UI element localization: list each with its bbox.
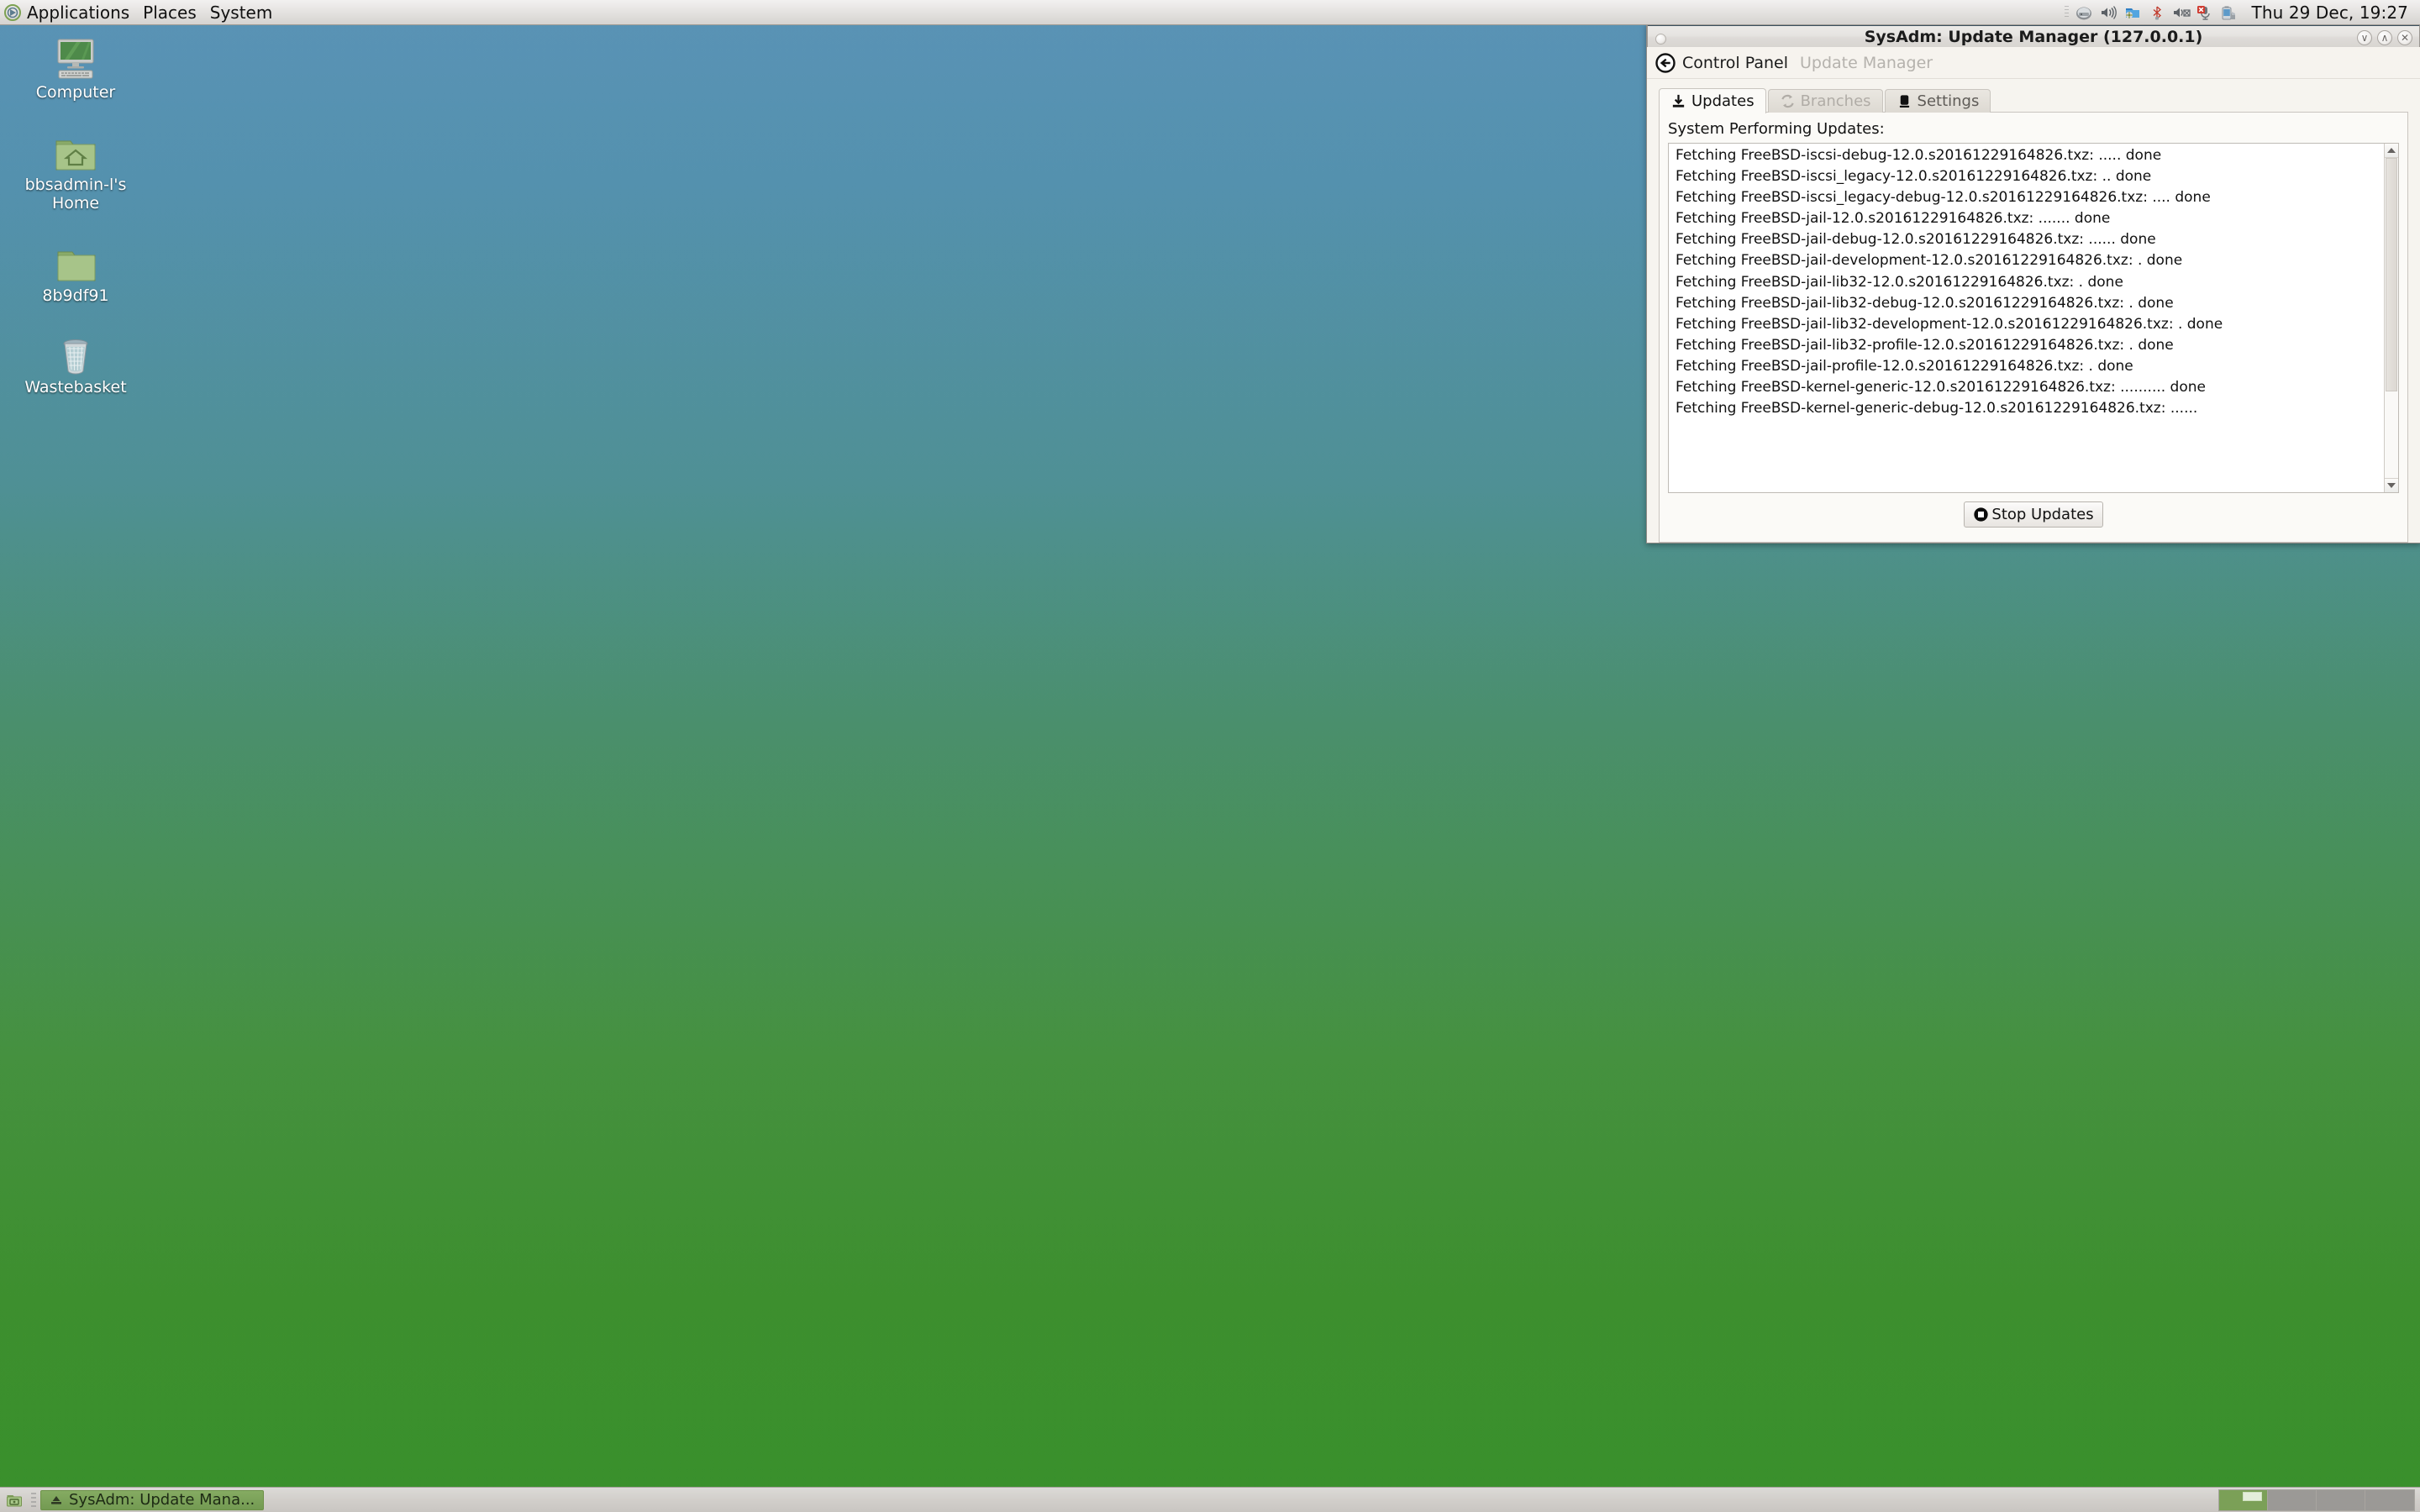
log-line: Fetching FreeBSD-iscsi_legacy-12.0.s2016…	[1676, 168, 2152, 186]
sync-refresh-icon	[1781, 94, 1794, 108]
breadcrumb-control-panel[interactable]: Control Panel	[1682, 54, 1788, 72]
desktop-icon-label: bbsadmin-l's Home	[24, 175, 127, 213]
folder-icon	[49, 234, 103, 284]
window-body: Updates Branches Settings System Perform…	[1647, 79, 2420, 543]
status-label: System Performing Updates:	[1668, 120, 1885, 138]
window-title: SysAdm: Update Manager (127.0.0.1)	[1864, 27, 2203, 46]
workspace-3[interactable]	[2317, 1489, 2365, 1510]
volume-high-icon[interactable]	[2099, 4, 2118, 21]
workspace-1[interactable]	[2219, 1489, 2268, 1510]
desktop-icon-computer[interactable]: Computer	[0, 30, 151, 102]
window-title-bar[interactable]: SysAdm: Update Manager (127.0.0.1) ∨ ∧ ✕	[1647, 24, 2420, 47]
software-update-icon[interactable]	[2123, 4, 2142, 21]
update-manager-window: SysAdm: Update Manager (127.0.0.1) ∨ ∧ ✕…	[1646, 24, 2420, 543]
desktop-icon-label: Wastebasket	[24, 378, 127, 397]
desktop-icon-label: 8b9df91	[42, 286, 109, 305]
log-line: Fetching FreeBSD-jail-lib32-development-…	[1676, 315, 2223, 333]
scroll-up-button[interactable]	[2385, 144, 2398, 158]
tab-settings[interactable]: Settings	[1884, 89, 1991, 113]
clock[interactable]: Thu 29 Dec, 19:27	[2252, 3, 2409, 23]
panel-right-area	[2218, 1488, 2420, 1511]
tab-label: Branches	[1800, 92, 1871, 110]
trash-bin-icon	[49, 325, 103, 375]
action-row: Stop Updates	[1668, 493, 2399, 534]
stop-circle-icon	[1974, 507, 1989, 522]
panel-menu-bar: Applications Places System	[25, 3, 272, 23]
tab-label: Updates	[1691, 92, 1754, 110]
window-menu-icon[interactable]	[1655, 34, 1666, 45]
tray-grip-handle[interactable]	[2064, 5, 2069, 19]
taskbar-button-label: SysAdm: Update Mana...	[69, 1491, 255, 1509]
updates-tab-panel: System Performing Updates: Fetching Free…	[1659, 112, 2408, 543]
log-line: Fetching FreeBSD-jail-lib32-12.0.s201612…	[1676, 273, 2123, 291]
back-arrow-icon[interactable]	[1655, 52, 1676, 73]
log-line: Fetching FreeBSD-jail-development-12.0.s…	[1676, 252, 2183, 270]
workspace-window-preview	[2243, 1491, 2262, 1501]
download-icon	[1672, 94, 1685, 108]
breadcrumb: Control Panel Update Manager	[1647, 47, 2420, 79]
window-controls: ∨ ∧ ✕	[2357, 30, 2412, 45]
log-line: Fetching FreeBSD-jail-profile-12.0.s2016…	[1676, 357, 2133, 375]
volume-muted-icon[interactable]	[2172, 4, 2191, 21]
log-line: Fetching FreeBSD-jail-lib32-profile-12.0…	[1676, 336, 2174, 354]
minimize-button[interactable]: ∨	[2357, 30, 2372, 45]
app-window-icon	[51, 1495, 61, 1504]
workspace-switcher[interactable]	[2218, 1488, 2415, 1511]
update-log-lines[interactable]: Fetching FreeBSD-iscsi-debug-12.0.s20161…	[1669, 144, 2384, 492]
stop-updates-label: Stop Updates	[1991, 506, 2094, 523]
desktop-icon-wastebasket[interactable]: Wastebasket	[0, 325, 151, 397]
desktop-icon-home[interactable]: bbsadmin-l's Home	[0, 123, 151, 213]
maximize-button[interactable]: ∧	[2377, 30, 2392, 45]
menu-places[interactable]: Places	[143, 3, 197, 23]
log-line: Fetching FreeBSD-iscsi-debug-12.0.s20161…	[1676, 147, 2162, 164]
bluetooth-icon[interactable]	[2148, 4, 2166, 21]
log-line: Fetching FreeBSD-jail-debug-12.0.s201612…	[1676, 231, 2156, 249]
log-line: Fetching FreeBSD-jail-lib32-debug-12.0.s…	[1676, 294, 2174, 312]
desktop-icon-folder[interactable]: 8b9df91	[0, 234, 151, 306]
taskbar-grip-handle[interactable]	[31, 1492, 36, 1508]
workspace-4[interactable]	[2365, 1489, 2414, 1510]
taskbar-button-update-manager[interactable]: SysAdm: Update Mana...	[40, 1489, 265, 1510]
tab-label: Settings	[1917, 92, 1980, 110]
stop-updates-button[interactable]: Stop Updates	[1964, 501, 2103, 528]
home-folder-icon	[49, 123, 103, 173]
hard-drive-icon	[1899, 95, 1909, 108]
tab-branches[interactable]: Branches	[1767, 89, 1883, 113]
log-scrollbar[interactable]	[2384, 144, 2398, 492]
log-line: Fetching FreeBSD-jail-12.0.s201612291648…	[1676, 210, 2111, 228]
desktop-icon-grid: Computer bbsadmin-l's Home 8b9df91 Waste…	[0, 30, 151, 417]
show-desktop-icon[interactable]	[0, 1488, 29, 1512]
log-line: Fetching FreeBSD-kernel-generic-debug-12…	[1676, 400, 2198, 417]
close-button[interactable]: ✕	[2397, 30, 2412, 45]
workspace-2[interactable]	[2268, 1489, 2317, 1510]
scroll-down-button[interactable]	[2385, 478, 2398, 492]
battery-icon[interactable]	[2221, 4, 2239, 21]
disk-drive-icon[interactable]	[2075, 4, 2093, 21]
system-tray: Thu 29 Dec, 19:27	[2064, 3, 2420, 23]
scrollbar-thumb[interactable]	[2386, 158, 2397, 392]
top-panel: Applications Places System Thu 29 Dec, 1…	[0, 0, 2420, 25]
desktop-icon-label: Computer	[35, 83, 116, 102]
tab-updates[interactable]: Updates	[1659, 88, 1766, 113]
computer-monitor-icon	[49, 30, 103, 81]
breadcrumb-update-manager: Update Manager	[1799, 53, 1933, 72]
menu-applications[interactable]: Applications	[27, 3, 129, 23]
bottom-panel: SysAdm: Update Mana...	[0, 1487, 2420, 1512]
distro-logo-icon[interactable]	[0, 0, 25, 25]
log-line: Fetching FreeBSD-iscsi_legacy-debug-12.0…	[1676, 189, 2211, 207]
menu-system[interactable]: System	[210, 3, 273, 23]
scrollbar-track[interactable]	[2385, 158, 2398, 478]
update-log: Fetching FreeBSD-iscsi-debug-12.0.s20161…	[1668, 143, 2399, 493]
microphone-muted-icon[interactable]	[2196, 4, 2215, 21]
log-line: Fetching FreeBSD-kernel-generic-12.0.s20…	[1676, 379, 2206, 396]
tab-bar: Updates Branches Settings	[1659, 88, 2408, 113]
